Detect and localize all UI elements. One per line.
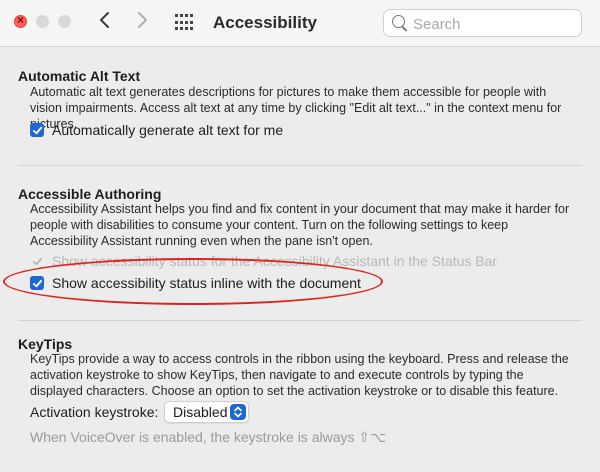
chevron-left-icon[interactable] [98,10,112,36]
status-bar-checkbox [30,254,44,268]
close-icon[interactable] [14,13,27,28]
activation-select[interactable]: Disabled [164,401,249,423]
voiceover-note: When VoiceOver is enabled, the keystroke… [30,429,387,445]
keytips-description: KeyTips provide a way to access controls… [30,352,569,398]
divider [18,320,582,321]
alt-text-checkbox[interactable] [30,123,44,137]
grid-icon[interactable] [175,14,193,32]
keytips-title: KeyTips [18,336,73,352]
annotation-oval [3,258,383,305]
search-box[interactable] [383,9,582,37]
toolbar: Accessibility [0,0,600,47]
search-input[interactable] [411,13,575,35]
checkmark-icon [32,126,42,134]
authoring-description: Accessibility Assistant helps you find a… [30,202,570,248]
alt-text-title: Automatic Alt Text [18,68,141,84]
checkmark-icon [32,257,42,265]
divider [18,165,582,166]
zoom-icon[interactable] [58,15,71,28]
search-icon [392,15,405,28]
updown-chevron-icon[interactable] [230,404,246,420]
chevron-right-icon[interactable] [135,10,149,36]
alt-text-checkbox-row[interactable]: Automatically generate alt text for me [30,121,283,139]
minimize-icon[interactable] [36,15,49,28]
activation-value: Disabled [173,404,228,420]
activation-label: Activation keystroke: [30,404,159,420]
window-title: Accessibility [213,13,317,32]
authoring-title: Accessible Authoring [18,186,162,202]
activation-row: Activation keystroke: [30,403,158,421]
alt-text-checkbox-label: Automatically generate alt text for me [52,122,284,138]
